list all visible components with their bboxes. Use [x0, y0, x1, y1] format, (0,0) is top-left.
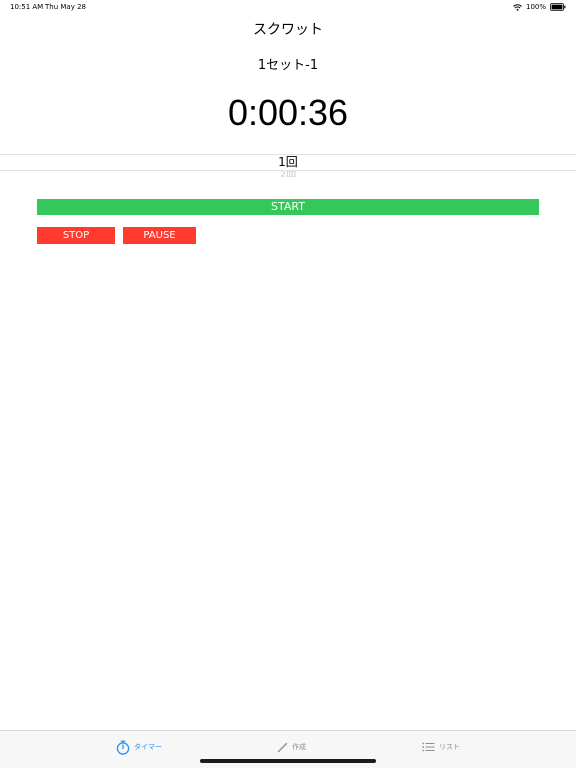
- tab-list-label: リスト: [439, 743, 460, 751]
- home-indicator[interactable]: [200, 759, 376, 763]
- picker-selected-value[interactable]: 1回: [0, 154, 576, 171]
- stop-button[interactable]: STOP: [37, 227, 115, 244]
- screen: 10:51 AM Thu May 28 100% スクワット 1セット-1 0:…: [0, 0, 576, 768]
- battery-full-icon: [550, 3, 566, 11]
- status-date: Thu May 28: [45, 3, 86, 11]
- pencil-icon: [277, 742, 288, 753]
- pause-button[interactable]: PAUSE: [123, 227, 196, 244]
- tab-create[interactable]: 作成: [277, 739, 306, 755]
- tab-timer[interactable]: タイマー: [116, 739, 162, 755]
- list-icon: [422, 742, 435, 752]
- rep-count-picker[interactable]: 1回 2回: [0, 150, 576, 182]
- battery-percent: 100%: [525, 3, 546, 11]
- exercise-title: スクワット: [253, 22, 323, 38]
- tab-list[interactable]: リスト: [422, 739, 460, 755]
- status-time: 10:51 AM: [10, 3, 44, 11]
- picker-next-value[interactable]: 2回: [0, 170, 576, 180]
- status-right: 100%: [513, 0, 566, 14]
- status-bar: 10:51 AM Thu May 28 100%: [0, 0, 576, 14]
- stopwatch-icon: [116, 740, 130, 755]
- set-label: 1セット-1: [257, 58, 319, 73]
- wifi-icon: [513, 3, 522, 11]
- timer-display: 0:00:36: [227, 92, 349, 133]
- tab-create-label: 作成: [292, 743, 306, 751]
- tab-timer-label: タイマー: [134, 743, 162, 751]
- start-button[interactable]: START: [37, 199, 539, 215]
